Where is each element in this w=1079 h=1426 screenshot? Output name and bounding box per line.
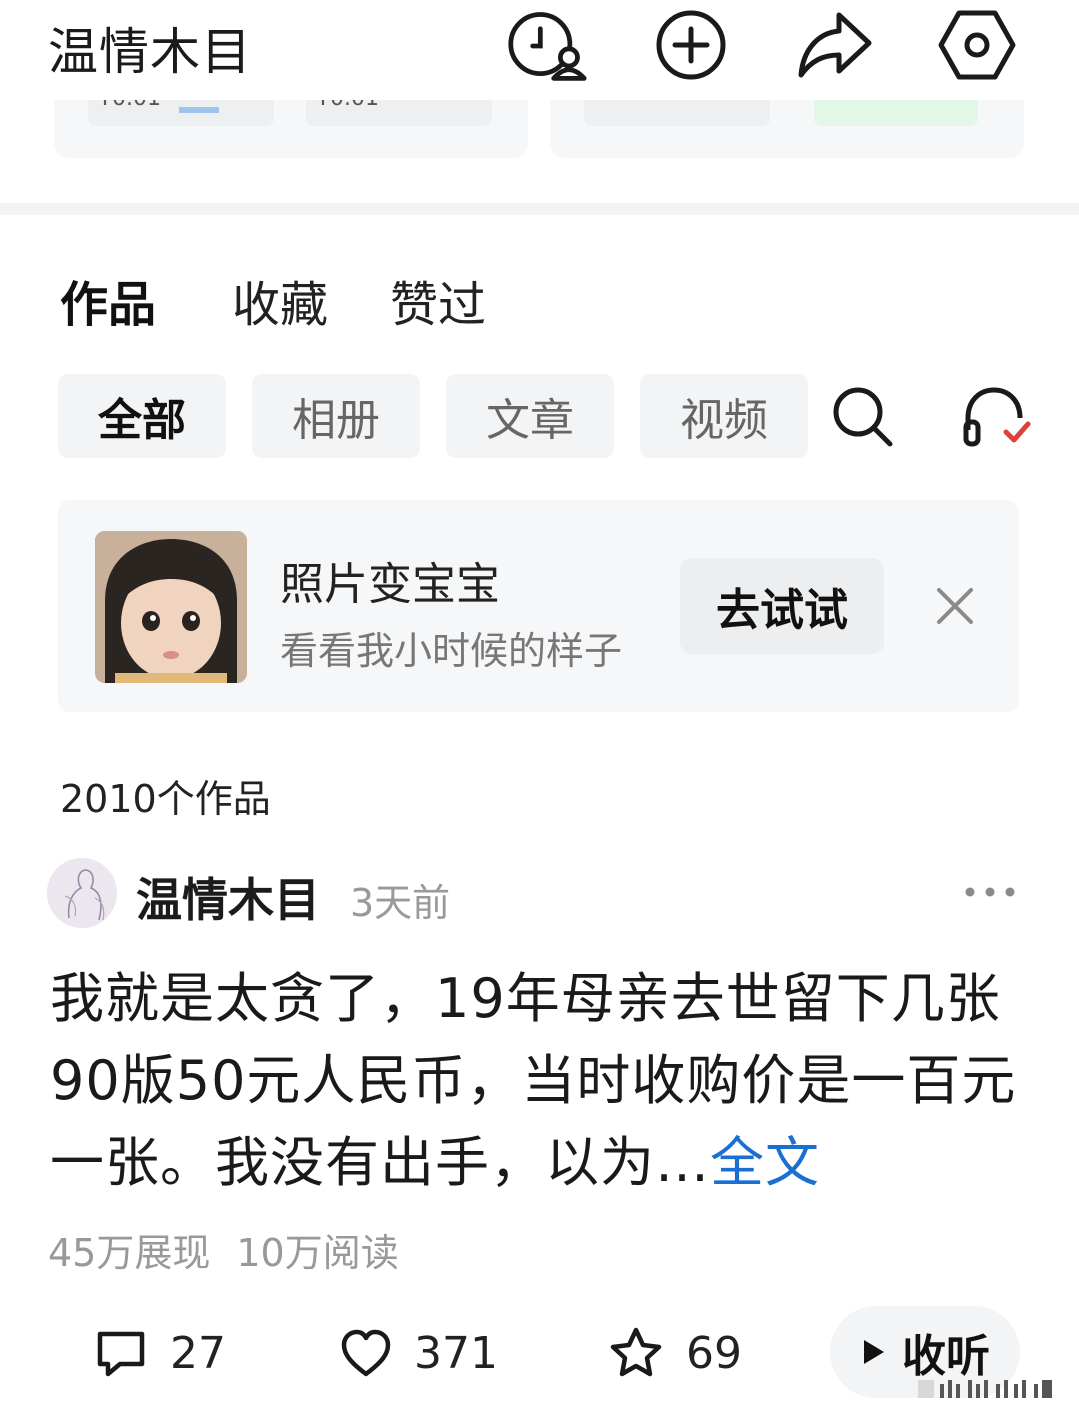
filter-all[interactable]: 全部	[58, 374, 226, 458]
filter-albums[interactable]: 相册	[252, 374, 420, 458]
tab-favorites[interactable]: 收藏	[232, 265, 328, 335]
comment-button[interactable]: 27	[94, 1318, 226, 1388]
play-icon	[864, 1340, 884, 1364]
baby-photo	[95, 531, 247, 683]
listen-label: 收听	[902, 1331, 990, 1382]
filter-articles[interactable]: 文章	[446, 374, 614, 458]
post-body[interactable]: 我就是太贪了，19年母亲去世留下几张90版50元人民币，当时收购价是一百元一张。…	[50, 958, 1040, 1204]
earnings-value: ¥0.01	[316, 100, 379, 111]
search-icon[interactable]	[830, 384, 896, 450]
close-icon[interactable]	[925, 576, 985, 636]
post-author[interactable]: 温情木目	[136, 864, 320, 930]
avatar[interactable]	[47, 858, 117, 928]
share-icon[interactable]	[794, 6, 876, 84]
headphones-icon[interactable]	[962, 386, 1032, 452]
tab-works[interactable]: 作品	[60, 265, 156, 335]
like-button[interactable]: 371	[340, 1318, 498, 1388]
tab-liked[interactable]: 赞过	[390, 265, 486, 335]
try-button[interactable]: 去试试	[680, 558, 884, 654]
promo-card[interactable]	[550, 100, 1024, 158]
earnings-value: ¥0.01	[98, 100, 161, 111]
post-time: 3天前	[350, 881, 451, 925]
favorite-count: 69	[686, 1327, 742, 1379]
comment-count: 27	[170, 1327, 226, 1379]
settings-icon[interactable]	[936, 6, 1018, 84]
mini-bar	[178, 107, 219, 113]
signal-icon	[918, 1380, 1052, 1398]
filter-videos[interactable]: 视频	[640, 374, 808, 458]
earnings-mini-card: ¥0.01	[88, 100, 274, 126]
promo-title: 照片变宝宝	[280, 559, 500, 610]
earnings-card[interactable]: ¥0.01 ¥0.01	[54, 100, 528, 158]
post-stats: 45万展现 10万阅读	[48, 1222, 425, 1277]
favorite-button[interactable]: 69	[608, 1318, 742, 1388]
earnings-mini-card: ¥0.01	[306, 100, 492, 126]
more-icon[interactable]	[960, 872, 1020, 912]
star-icon	[610, 1327, 662, 1377]
promo-mini-card	[584, 100, 770, 126]
page-title: 温情木目	[48, 23, 252, 81]
comment-icon	[97, 1331, 145, 1377]
post-text: 我就是太贪了，19年母亲去世留下几张90版50元人民币，当时收购价是一百元一张。…	[50, 967, 1017, 1194]
like-count: 371	[414, 1327, 498, 1379]
read-more-link[interactable]: 全文	[710, 1131, 820, 1194]
heart-icon	[341, 1329, 391, 1377]
promo-subtitle: 看看我小时候的样子	[280, 629, 623, 673]
reads-count: 10万阅读	[236, 1231, 399, 1275]
plus-circle-icon[interactable]	[650, 6, 732, 84]
section-divider	[0, 203, 1079, 215]
impressions-count: 45万展现	[48, 1231, 211, 1275]
works-count: 2010个作品	[60, 777, 271, 821]
promo-mini-green	[814, 100, 978, 126]
user-clock-icon[interactable]	[506, 6, 588, 84]
